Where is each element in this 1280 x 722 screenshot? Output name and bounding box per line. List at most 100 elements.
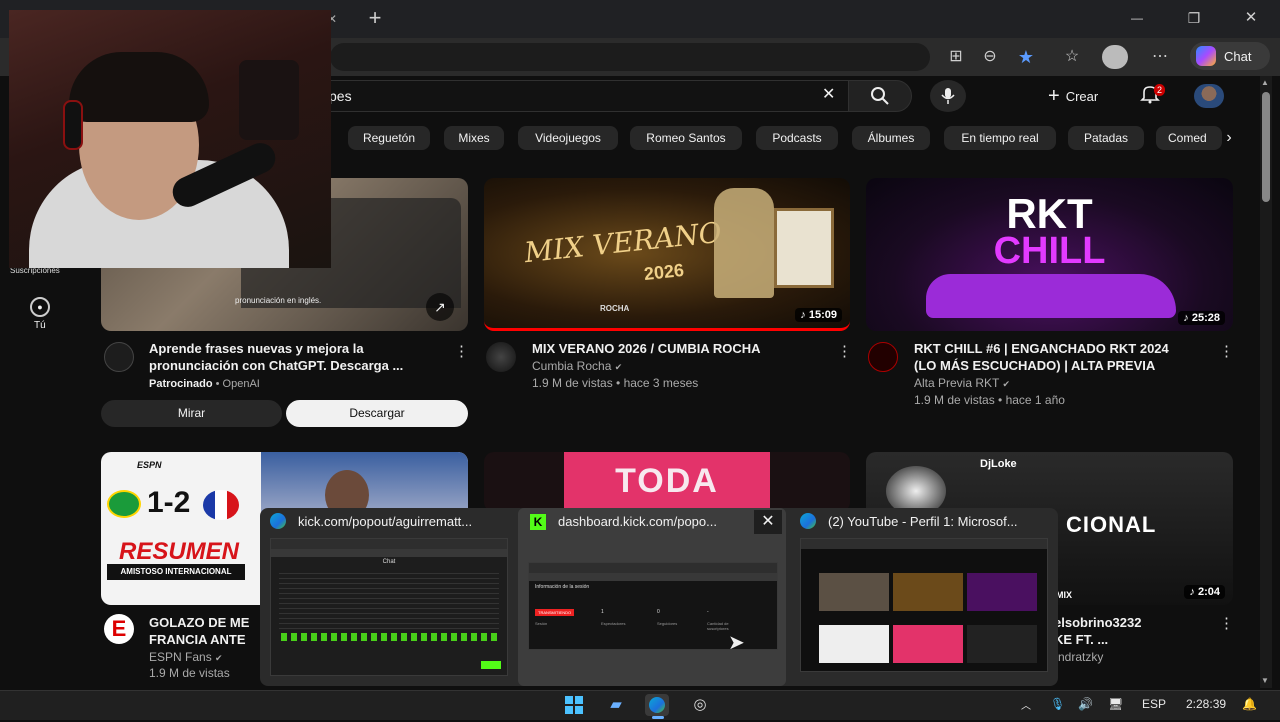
- duration-badge: ♪ 25:28: [1178, 311, 1225, 325]
- chip-videogames[interactable]: Videojuegos: [518, 126, 618, 150]
- scrollbar-thumb[interactable]: [1262, 92, 1270, 202]
- thumb-sign-text: ROCHA: [600, 304, 630, 313]
- start-button[interactable]: [562, 694, 586, 716]
- app-icon[interactable]: ◎: [688, 694, 712, 716]
- voice-search-button[interactable]: [930, 80, 966, 112]
- channel-avatar[interactable]: [868, 342, 898, 372]
- video-thumbnail[interactable]: MIX VERANO 2026 ROCHA ♪ 15:09: [484, 178, 850, 331]
- channel-name[interactable]: ndratzky: [1058, 649, 1103, 666]
- microphone-tray-icon[interactable]: 🎙: [1050, 697, 1065, 711]
- more-options-icon[interactable]: ⋮: [454, 342, 469, 360]
- user-icon[interactable]: ●: [30, 297, 50, 317]
- video-stats: 1.9 M de vistas • hace 3 meses: [532, 376, 699, 390]
- duration-text: 15:09: [808, 309, 837, 321]
- video-title-line-1: GOLAZO DE ME: [149, 615, 250, 630]
- video-title[interactable]: RKT CHILL #6 | ENGANCHADO RKT 2024 (LO M…: [914, 340, 1224, 374]
- espn-avatar[interactable]: E: [104, 614, 134, 644]
- network-icon[interactable]: 🖥: [1108, 697, 1123, 711]
- switcher-window-title[interactable]: kick.com/popout/aguirrematt...: [298, 514, 510, 529]
- scroll-down-icon[interactable]: ▼: [1261, 676, 1269, 685]
- edge-taskbar-button[interactable]: [645, 694, 669, 716]
- openai-avatar[interactable]: [104, 342, 134, 372]
- switcher-close-button[interactable]: ✕: [754, 510, 782, 534]
- create-button[interactable]: + Crear: [1040, 82, 1106, 110]
- favorites-icon[interactable]: ☆: [1058, 43, 1086, 71]
- preview-header: Chat: [382, 559, 396, 565]
- stat-label: Espectadores: [601, 621, 626, 626]
- stat-value: -: [707, 609, 709, 615]
- search-input[interactable]: pes: [300, 80, 848, 112]
- search-button[interactable]: [848, 80, 912, 112]
- video-title-line-1: RKT CHILL #6 | ENGANCHADO RKT 2024: [914, 341, 1169, 356]
- sponsored-label: Patrocinado: [149, 378, 213, 390]
- create-label: Crear: [1065, 88, 1099, 104]
- video-title-line-2: FRANCIA ANTE: [149, 632, 246, 647]
- channel-avatar[interactable]: [486, 342, 516, 372]
- new-tab-button[interactable]: +: [361, 4, 389, 32]
- account-avatar[interactable]: [1194, 84, 1224, 108]
- copilot-chat-button[interactable]: Chat: [1190, 42, 1270, 70]
- video-title[interactable]: GOLAZO DE ME FRANCIA ANTE: [149, 614, 259, 648]
- preview-header: Información de la sesión: [535, 584, 590, 590]
- verified-icon: ✔: [1002, 379, 1011, 389]
- chip-kicks[interactable]: Patadas: [1068, 126, 1144, 150]
- stat-value: 0: [657, 609, 660, 615]
- more-menu-icon[interactable]: ⋯: [1146, 43, 1174, 71]
- tray-overflow-icon[interactable]: ︿: [1021, 697, 1031, 712]
- switcher-window-title[interactable]: (2) YouTube - Perfil 1: Microsof...: [828, 514, 1050, 529]
- verified-icon: ✔: [215, 653, 223, 663]
- stat-label: Sesión: [535, 621, 548, 626]
- duration-text: 2:04: [1197, 586, 1220, 598]
- video-thumbnail[interactable]: RKT CHILL ♪ 25:28: [866, 178, 1233, 331]
- clock[interactable]: 2:28:39: [1186, 697, 1226, 711]
- split-screen-icon[interactable]: ⊞: [942, 43, 970, 71]
- favorite-star-icon[interactable]: ★: [1012, 43, 1040, 71]
- video-title[interactable]: elsobrino3232 KE FT. ...: [1054, 614, 1214, 648]
- sidebar-you[interactable]: Tú: [34, 320, 46, 331]
- volume-icon[interactable]: 🔊: [1078, 697, 1093, 711]
- video-thumbnail[interactable]: TODA: [484, 452, 850, 512]
- chevron-right-icon[interactable]: ›: [1218, 126, 1240, 150]
- ad-title[interactable]: Aprende frases nuevas y mejora la pronun…: [149, 340, 449, 374]
- channel-name[interactable]: Alta Previa RKT ✔: [914, 375, 1010, 393]
- url-field[interactable]: [330, 43, 930, 71]
- switcher-window-preview[interactable]: [800, 538, 1048, 672]
- video-title[interactable]: MIX VERANO 2026 / CUMBIA ROCHA: [532, 340, 832, 357]
- watch-button[interactable]: Mirar: [101, 400, 282, 427]
- zoom-icon[interactable]: ⊖: [976, 43, 1004, 71]
- close-window-button[interactable]: ✕: [1237, 4, 1265, 32]
- thumb-title-text: MIX VERANO: [522, 215, 724, 270]
- chip-podcasts[interactable]: Podcasts: [756, 126, 838, 150]
- live-badge: TRANSMITIENDO: [535, 609, 575, 616]
- more-options-icon[interactable]: ⋮: [1219, 614, 1234, 632]
- ad-title-line-2: pronunciación con ChatGPT. Descarga ...: [149, 358, 404, 373]
- search-icon: [871, 87, 889, 105]
- more-options-icon[interactable]: ⋮: [1219, 342, 1234, 360]
- profile-avatar-icon[interactable]: [1102, 45, 1128, 69]
- channel-label: ESPN Fans: [149, 650, 212, 664]
- clear-search-icon[interactable]: ✕: [822, 84, 835, 104]
- download-button[interactable]: Descargar: [286, 400, 468, 427]
- thumb-year-text: 2026: [643, 259, 685, 285]
- language-indicator[interactable]: ESP: [1142, 697, 1166, 711]
- notification-bell-icon[interactable]: 🔔: [1242, 697, 1257, 711]
- switcher-window-title[interactable]: dashboard.kick.com/popo...: [558, 514, 748, 529]
- file-explorer-icon[interactable]: ▰: [604, 694, 628, 716]
- chip-albums[interactable]: Álbumes: [852, 126, 930, 150]
- switcher-window-preview[interactable]: Chat: [270, 538, 508, 676]
- brazil-flag-icon: [107, 490, 141, 518]
- channel-name[interactable]: Cumbia Rocha ✔: [532, 358, 622, 376]
- chip-live[interactable]: En tiempo real: [944, 126, 1056, 150]
- more-options-icon[interactable]: ⋮: [837, 342, 852, 360]
- chip-mixes[interactable]: Mixes: [444, 126, 504, 150]
- minimize-button[interactable]: —: [1123, 4, 1151, 32]
- advertiser-name: OpenAI: [222, 378, 260, 390]
- espn-brand: ESPN: [137, 460, 162, 470]
- external-link-icon[interactable]: ↗: [426, 293, 454, 321]
- restore-button[interactable]: ❐: [1180, 4, 1208, 32]
- chip-romeo-santos[interactable]: Romeo Santos: [630, 126, 742, 150]
- thumb-tag-text: MIX: [1056, 590, 1073, 600]
- scroll-up-icon[interactable]: ▲: [1261, 78, 1269, 87]
- chip-comedy[interactable]: Comed: [1156, 126, 1222, 150]
- chip-reggaeton[interactable]: Reguetón: [348, 126, 430, 150]
